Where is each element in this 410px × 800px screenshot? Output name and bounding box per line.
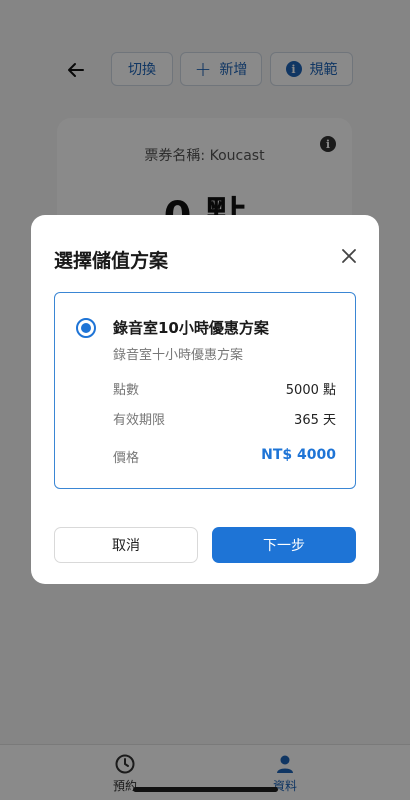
plan-validity-label: 有效期限 [113,413,166,428]
next-step-button[interactable]: 下一步 [212,527,356,563]
dialog-title: 選擇儲值方案 [54,250,169,272]
plan-validity-value: 365 天 [294,413,336,428]
home-indicator [133,787,278,792]
plan-points-value: 5000 點 [285,383,336,398]
plan-points-row: 點數 5000 點 [113,379,336,398]
plan-price-value: NT$ 4000 [261,447,336,463]
plan-validity-row: 有效期限 365 天 [113,409,336,428]
plan-price-row: 價格 NT$ 4000 [113,447,336,466]
recharge-plan-dialog: 選擇儲值方案 錄音室10小時優惠方案 錄音室十小時優惠方案 點數 5000 點 … [31,215,379,584]
plan-points-label: 點數 [113,383,140,398]
cancel-button[interactable]: 取消 [54,527,198,563]
plan-name: 錄音室10小時優惠方案 [113,319,269,337]
plan-description: 錄音室十小時優惠方案 [113,348,244,363]
plan-price-label: 價格 [113,451,140,466]
close-button[interactable] [339,246,359,266]
plan-option-card[interactable]: 錄音室10小時優惠方案 錄音室十小時優惠方案 點數 5000 點 有效期限 36… [54,292,356,489]
radio-selected-dot [81,323,91,333]
close-icon [342,249,356,263]
plan-radio-button[interactable] [76,318,96,338]
